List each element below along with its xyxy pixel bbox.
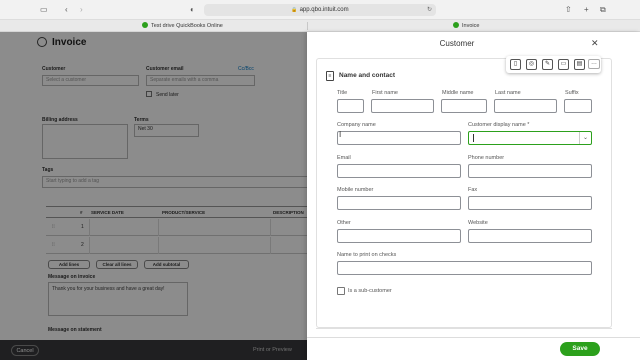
browser-toolbar: ▭ ‹ › ◐ 🔒 app.qbo.intuit.com ↻ ⇧ + ⧉ [0, 0, 640, 20]
edit-icon[interactable]: ✎ [542, 59, 553, 70]
tab-label: Invoice [462, 23, 480, 29]
panel-title: Customer [439, 39, 475, 48]
middle-name-label: Middle name [442, 90, 474, 96]
sub-customer-label: Is a sub-customer [348, 288, 392, 294]
mobile-label: Mobile number [337, 187, 374, 193]
company-name-field[interactable] [337, 131, 461, 145]
sidebar-icon[interactable]: ▭ [40, 5, 48, 15]
section-title: Name and contact [339, 72, 395, 79]
panel-footer: Save [307, 337, 640, 360]
title-label: Title [337, 90, 348, 96]
phone-field[interactable] [468, 164, 592, 178]
chevron-down-icon[interactable]: ⌄ [579, 132, 591, 144]
save-button[interactable]: Save [560, 342, 600, 356]
email-label: Email [337, 155, 351, 161]
title-field[interactable] [337, 99, 364, 113]
website-label: Website [468, 220, 488, 226]
forward-icon[interactable]: › [80, 5, 83, 15]
display-name-label: Customer display name * [468, 122, 530, 128]
payment-icon[interactable]: ▭ [558, 59, 569, 70]
close-icon[interactable]: ✕ [591, 38, 599, 49]
share-icon[interactable]: ⇧ [565, 5, 572, 15]
text-caret [473, 134, 474, 142]
reload-icon[interactable]: ↻ [427, 4, 432, 16]
section-toolbar: ▯ ◎ ✎ ▭ ▤ [506, 56, 601, 73]
website-field[interactable] [468, 229, 592, 243]
more-options-icon[interactable]: … [588, 59, 600, 69]
email-field[interactable] [337, 164, 461, 178]
first-name-label: First name [372, 90, 398, 96]
suffix-field[interactable] [564, 99, 592, 113]
mobile-field[interactable] [337, 196, 461, 210]
tabs-overview-icon[interactable]: ⧉ [600, 5, 606, 15]
middle-name-field[interactable] [441, 99, 487, 113]
phone-label: Phone number [468, 155, 505, 161]
last-name-label: Last name [495, 90, 521, 96]
tab-bar: Test drive QuickBooks Online Invoice [0, 20, 640, 32]
lock-icon: 🔒 [291, 7, 298, 13]
new-tab-icon[interactable]: + [584, 5, 589, 15]
display-name-field[interactable]: ⌄ [468, 131, 592, 145]
document-icon[interactable]: ▤ [574, 59, 585, 70]
id-card-icon[interactable]: ▯ [510, 59, 521, 70]
tab-test-drive[interactable]: Test drive QuickBooks Online [142, 21, 223, 31]
first-name-field[interactable] [371, 99, 434, 113]
location-icon[interactable]: ◎ [526, 59, 537, 70]
shield-icon: ◐ [190, 5, 195, 14]
back-icon[interactable]: ‹ [65, 5, 68, 15]
suffix-label: Suffix [565, 90, 579, 96]
address-bar[interactable]: 🔒 app.qbo.intuit.com ↻ [204, 4, 436, 16]
other-label: Other [337, 220, 351, 226]
url-text: app.qbo.intuit.com [299, 7, 349, 13]
print-on-checks-label: Name to print on checks [337, 252, 397, 258]
tab-divider [307, 22, 308, 30]
contact-card-icon: ≡ [326, 71, 334, 81]
tab-label: Test drive QuickBooks Online [151, 23, 223, 29]
fax-label: Fax [468, 187, 478, 193]
quickbooks-icon [142, 21, 148, 28]
fax-field[interactable] [468, 196, 592, 210]
quickbooks-icon [453, 21, 459, 28]
modal-overlay[interactable] [0, 32, 307, 360]
sub-customer-checkbox[interactable] [337, 287, 345, 295]
other-field[interactable] [337, 229, 461, 243]
last-name-field[interactable] [494, 99, 557, 113]
customer-panel: Customer ✕ ≡ Name and contact ▯ ◎ ✎ ▭ ▤ … [307, 32, 640, 360]
print-on-checks-field[interactable] [337, 261, 592, 275]
company-name-label: Company name [337, 122, 376, 128]
text-cursor-icon: I [339, 130, 342, 139]
tab-invoice[interactable]: Invoice [453, 21, 479, 31]
